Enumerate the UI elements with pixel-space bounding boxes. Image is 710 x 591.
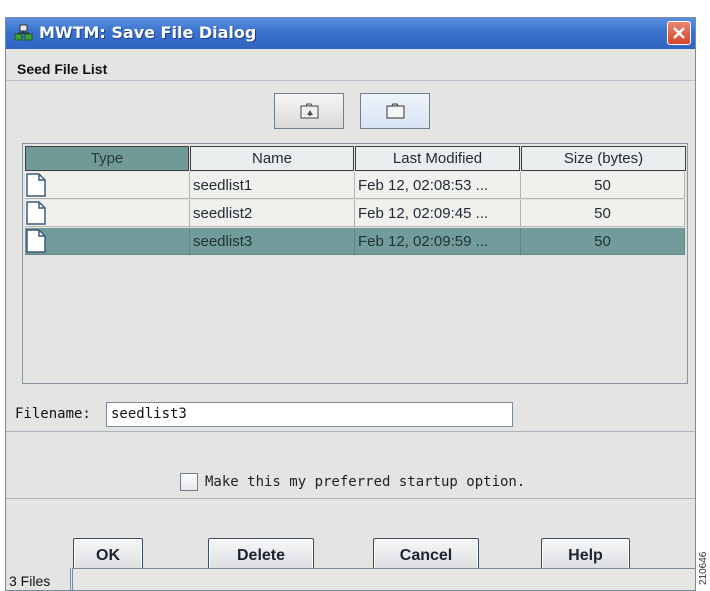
column-header-type[interactable]: Type [25, 146, 189, 171]
size-cell: 50 [521, 172, 685, 199]
type-cell [25, 200, 190, 227]
name-cell: seedlist1 [190, 172, 355, 199]
title-bar[interactable]: MWTM: Save File Dialog [6, 18, 695, 49]
status-file-count: 3 Files [9, 573, 51, 589]
type-cell [25, 228, 190, 255]
close-button[interactable] [667, 21, 691, 45]
status-divider [70, 568, 71, 590]
up-folder-button[interactable] [274, 93, 344, 129]
filename-label: Filename: [15, 406, 91, 422]
table-header: Type Name Last Modified Size (bytes) [25, 146, 686, 171]
size-cell: 50 [521, 200, 685, 227]
close-icon [673, 27, 685, 39]
type-cell [25, 172, 190, 199]
save-file-dialog: MWTM: Save File Dialog Seed File List Ty… [5, 17, 696, 591]
file-icon [26, 173, 46, 197]
table-row[interactable]: seedlist2 Feb 12, 02:09:45 ... 50 [25, 200, 685, 227]
size-cell: 50 [521, 228, 685, 255]
column-header-last-modified[interactable]: Last Modified [355, 146, 520, 171]
new-folder-icon [386, 103, 405, 119]
preferred-startup-label[interactable]: Make this my preferred startup option. [205, 474, 525, 490]
new-folder-button[interactable] [360, 93, 430, 129]
table-row[interactable]: seedlist1 Feb 12, 02:08:53 ... 50 [25, 172, 685, 199]
column-header-size[interactable]: Size (bytes) [521, 146, 686, 171]
modified-cell: Feb 12, 02:09:45 ... [355, 200, 521, 227]
seed-file-table: Type Name Last Modified Size (bytes) see… [22, 143, 688, 384]
file-icon [26, 229, 46, 253]
up-folder-icon [300, 103, 319, 119]
app-network-icon [14, 24, 34, 42]
name-cell: seedlist2 [190, 200, 355, 227]
preferred-startup-checkbox[interactable] [180, 473, 198, 491]
table-row-selected[interactable]: seedlist3 Feb 12, 02:09:59 ... 50 [25, 228, 685, 255]
divider [6, 431, 695, 432]
column-header-name[interactable]: Name [190, 146, 354, 171]
modified-cell: Feb 12, 02:08:53 ... [355, 172, 521, 199]
name-cell: seedlist3 [190, 228, 355, 255]
status-field [72, 568, 695, 590]
figure-id: 210646 [698, 551, 709, 586]
filename-input[interactable]: seedlist3 [106, 402, 513, 427]
divider [6, 498, 695, 499]
modified-cell: Feb 12, 02:09:59 ... [355, 228, 521, 255]
seed-file-list-title: Seed File List [17, 61, 108, 77]
dialog-title: MWTM: Save File Dialog [39, 23, 257, 42]
panel-divider [6, 80, 695, 81]
file-icon [26, 201, 46, 225]
